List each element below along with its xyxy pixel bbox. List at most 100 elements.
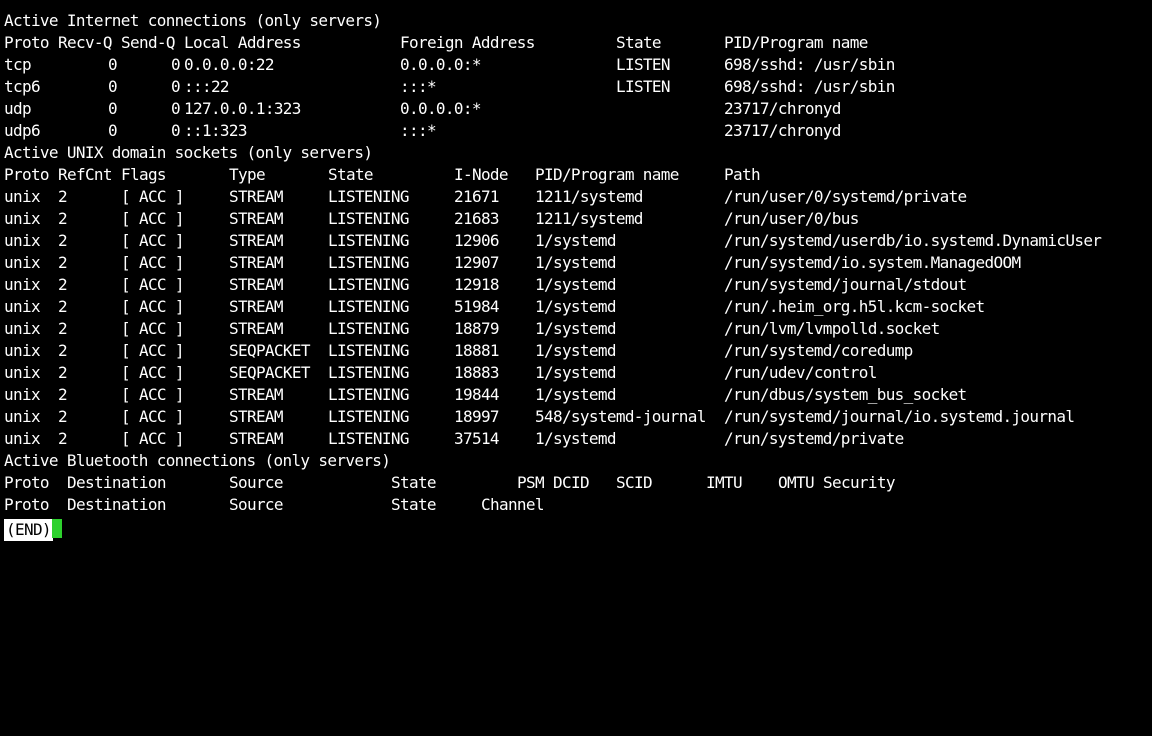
unix-cell-proto: unix: [4, 407, 41, 426]
col-inode: I-Node: [454, 165, 509, 184]
unix-cell-type: STREAM: [229, 385, 284, 404]
terminal-window[interactable]: { "inet": { "heading": "Active Internet …: [0, 0, 1152, 541]
unix-cell-refcnt: 2: [58, 341, 68, 360]
unix-table-row: unix 2 [ ACC ] STREAM LISTENING 18997 548/syst…: [4, 406, 1152, 428]
unix-cell-inode: 12918: [454, 275, 500, 294]
unix-table-row: unix 2 [ ACC ] SEQPACKET LISTENING 18881 1/sys…: [4, 340, 1152, 362]
col-source: Source: [229, 495, 284, 514]
inet-cell-recvq: 0: [108, 99, 118, 118]
inet-header-row: Proto Recv-Q Send-Q Local Address Foreig…: [4, 32, 1152, 54]
col-path: Path: [724, 165, 761, 184]
unix-cell-inode: 19844: [454, 385, 500, 404]
unix-cell-inode: 21683: [454, 209, 500, 228]
inet-cell-local: :::22: [184, 77, 230, 96]
col-foreign-address: Foreign Address: [400, 33, 535, 52]
inet-cell-state: LISTEN: [616, 77, 671, 96]
unix-cell-path: /run/systemd/private: [724, 429, 904, 448]
col-state: State: [328, 165, 374, 184]
bluetooth-heading-text: Active Bluetooth connections (only serve…: [4, 451, 391, 470]
inet-table-row: tcp6 0 0:::22:::* LISTEN 698/sshd: /usr/sbin: [4, 76, 1152, 98]
unix-cell-pid: 548/systemd-journal: [535, 407, 706, 426]
unix-cell-path: /run/user/0/bus: [724, 209, 859, 228]
unix-cell-inode: 18879: [454, 319, 500, 338]
inet-cell-proto: tcp: [4, 55, 32, 74]
col-recvq: Recv-Q: [58, 33, 113, 52]
unix-table-row: unix 2 [ ACC ] STREAM LISTENING 12907 1/system…: [4, 252, 1152, 274]
inet-cell-proto: tcp6: [4, 77, 41, 96]
inet-cell-sendq: 0: [171, 55, 181, 74]
unix-cell-pid: 1/systemd: [535, 341, 617, 360]
inet-cell-pid: 23717/chronyd: [724, 99, 841, 118]
inet-table-row: udp 0 0 127.0.0.1:323 0.0.0.0:* 23717/chronyd: [4, 98, 1152, 120]
col-imtu: IMTU: [706, 473, 743, 492]
inet-cell-proto: udp: [4, 99, 32, 118]
col-proto: Proto: [4, 33, 50, 52]
inet-cell-proto: udp6: [4, 121, 41, 140]
unix-cell-flags: [ ACC ]: [121, 187, 185, 206]
unix-cell-proto: unix: [4, 341, 41, 360]
bluetooth-header-row: Proto Destination Source State PSM DCID …: [4, 472, 1152, 494]
unix-cell-refcnt: 2: [58, 253, 68, 272]
unix-cell-pid: 1/systemd: [535, 275, 617, 294]
unix-cell-path: /run/systemd/journal/io.systemd.journal: [724, 407, 1075, 426]
col-state: State: [391, 495, 437, 514]
unix-cell-pid: 1/systemd: [535, 297, 617, 316]
col-flags: Flags: [121, 165, 167, 184]
col-pid-program: PID/Program name: [535, 165, 679, 184]
unix-cell-state: LISTENING: [328, 341, 410, 360]
unix-cell-proto: unix: [4, 385, 41, 404]
bluetooth-heading: Active Bluetooth connections (only serve…: [4, 450, 1152, 472]
col-state: State: [391, 473, 437, 492]
unix-cell-proto: unix: [4, 297, 41, 316]
inet-cell-sendq: 0: [171, 121, 181, 140]
inet-table-row: udp6 0 0::1:323:::* 23717/chronyd: [4, 120, 1152, 142]
unix-cell-type: STREAM: [229, 297, 284, 316]
unix-cell-path: /run/systemd/userdb/io.systemd.DynamicUs…: [724, 231, 1102, 250]
unix-cell-pid: 1/systemd: [535, 363, 617, 382]
col-sendq: Send-Q: [121, 33, 176, 52]
inet-cell-sendq: 0: [171, 99, 181, 118]
inet-cell-foreign: 0.0.0.0:*: [400, 55, 482, 74]
col-pid-program: PID/Program name: [724, 33, 868, 52]
unix-cell-type: SEQPACKET: [229, 363, 311, 382]
terminal-cursor[interactable]: [52, 519, 62, 538]
unix-cell-refcnt: 2: [58, 363, 68, 382]
unix-table-row: unix 2 [ ACC ] STREAM LISTENING 12906 1/system…: [4, 230, 1152, 252]
unix-cell-proto: unix: [4, 429, 41, 448]
unix-cell-state: LISTENING: [328, 275, 410, 294]
unix-table-row: unix 2 [ ACC ] STREAM LISTENING 18879 1/system…: [4, 318, 1152, 340]
unix-table-row: unix 2 [ ACC ] STREAM LISTENING 21671 1211/sys…: [4, 186, 1152, 208]
unix-cell-flags: [ ACC ]: [121, 297, 185, 316]
unix-table-row: unix 2 [ ACC ] STREAM LISTENING 51984 1/system…: [4, 296, 1152, 318]
unix-cell-refcnt: 2: [58, 297, 68, 316]
terminal-output: Active Internet connections (only server…: [4, 10, 1152, 541]
unix-cell-inode: 12907: [454, 253, 500, 272]
unix-cell-state: LISTENING: [328, 187, 410, 206]
unix-cell-flags: [ ACC ]: [121, 319, 185, 338]
col-destination: Destination: [67, 495, 166, 514]
unix-cell-pid: 1211/systemd: [535, 187, 643, 206]
pager-end-indicator: (END): [4, 519, 53, 541]
unix-cell-refcnt: 2: [58, 187, 68, 206]
inet-cell-recvq: 0: [108, 77, 118, 96]
inet-cell-pid: 698/sshd: /usr/sbin: [724, 55, 895, 74]
unix-cell-path: /run/udev/control: [724, 363, 877, 382]
unix-heading: Active UNIX domain sockets (only servers…: [4, 142, 1152, 164]
unix-cell-refcnt: 2: [58, 231, 68, 250]
col-type: Type: [229, 165, 266, 184]
unix-cell-proto: unix: [4, 363, 41, 382]
unix-cell-type: STREAM: [229, 275, 284, 294]
inet-cell-state: LISTEN: [616, 55, 671, 74]
col-proto: Proto: [4, 473, 50, 492]
pager-status-line[interactable]: (END): [4, 516, 1152, 541]
inet-rows: tcp 0 0 0.0.0.0:22 0.0.0.0:* LISTEN 698/sshd: …: [4, 54, 1152, 142]
unix-cell-proto: unix: [4, 231, 41, 250]
unix-cell-type: SEQPACKET: [229, 341, 311, 360]
unix-cell-inode: 51984: [454, 297, 500, 316]
inet-heading-text: Active Internet connections (only server…: [4, 11, 382, 30]
unix-cell-flags: [ ACC ]: [121, 385, 185, 404]
unix-table-row: unix 2 [ ACC ] SEQPACKET LISTENING 18883 1/sys…: [4, 362, 1152, 384]
inet-cell-foreign: 0.0.0.0:*: [400, 99, 482, 118]
unix-cell-path: /run/.heim_org.h5l.kcm-socket: [724, 297, 985, 316]
inet-cell-local: 0.0.0.0:22: [184, 55, 274, 74]
